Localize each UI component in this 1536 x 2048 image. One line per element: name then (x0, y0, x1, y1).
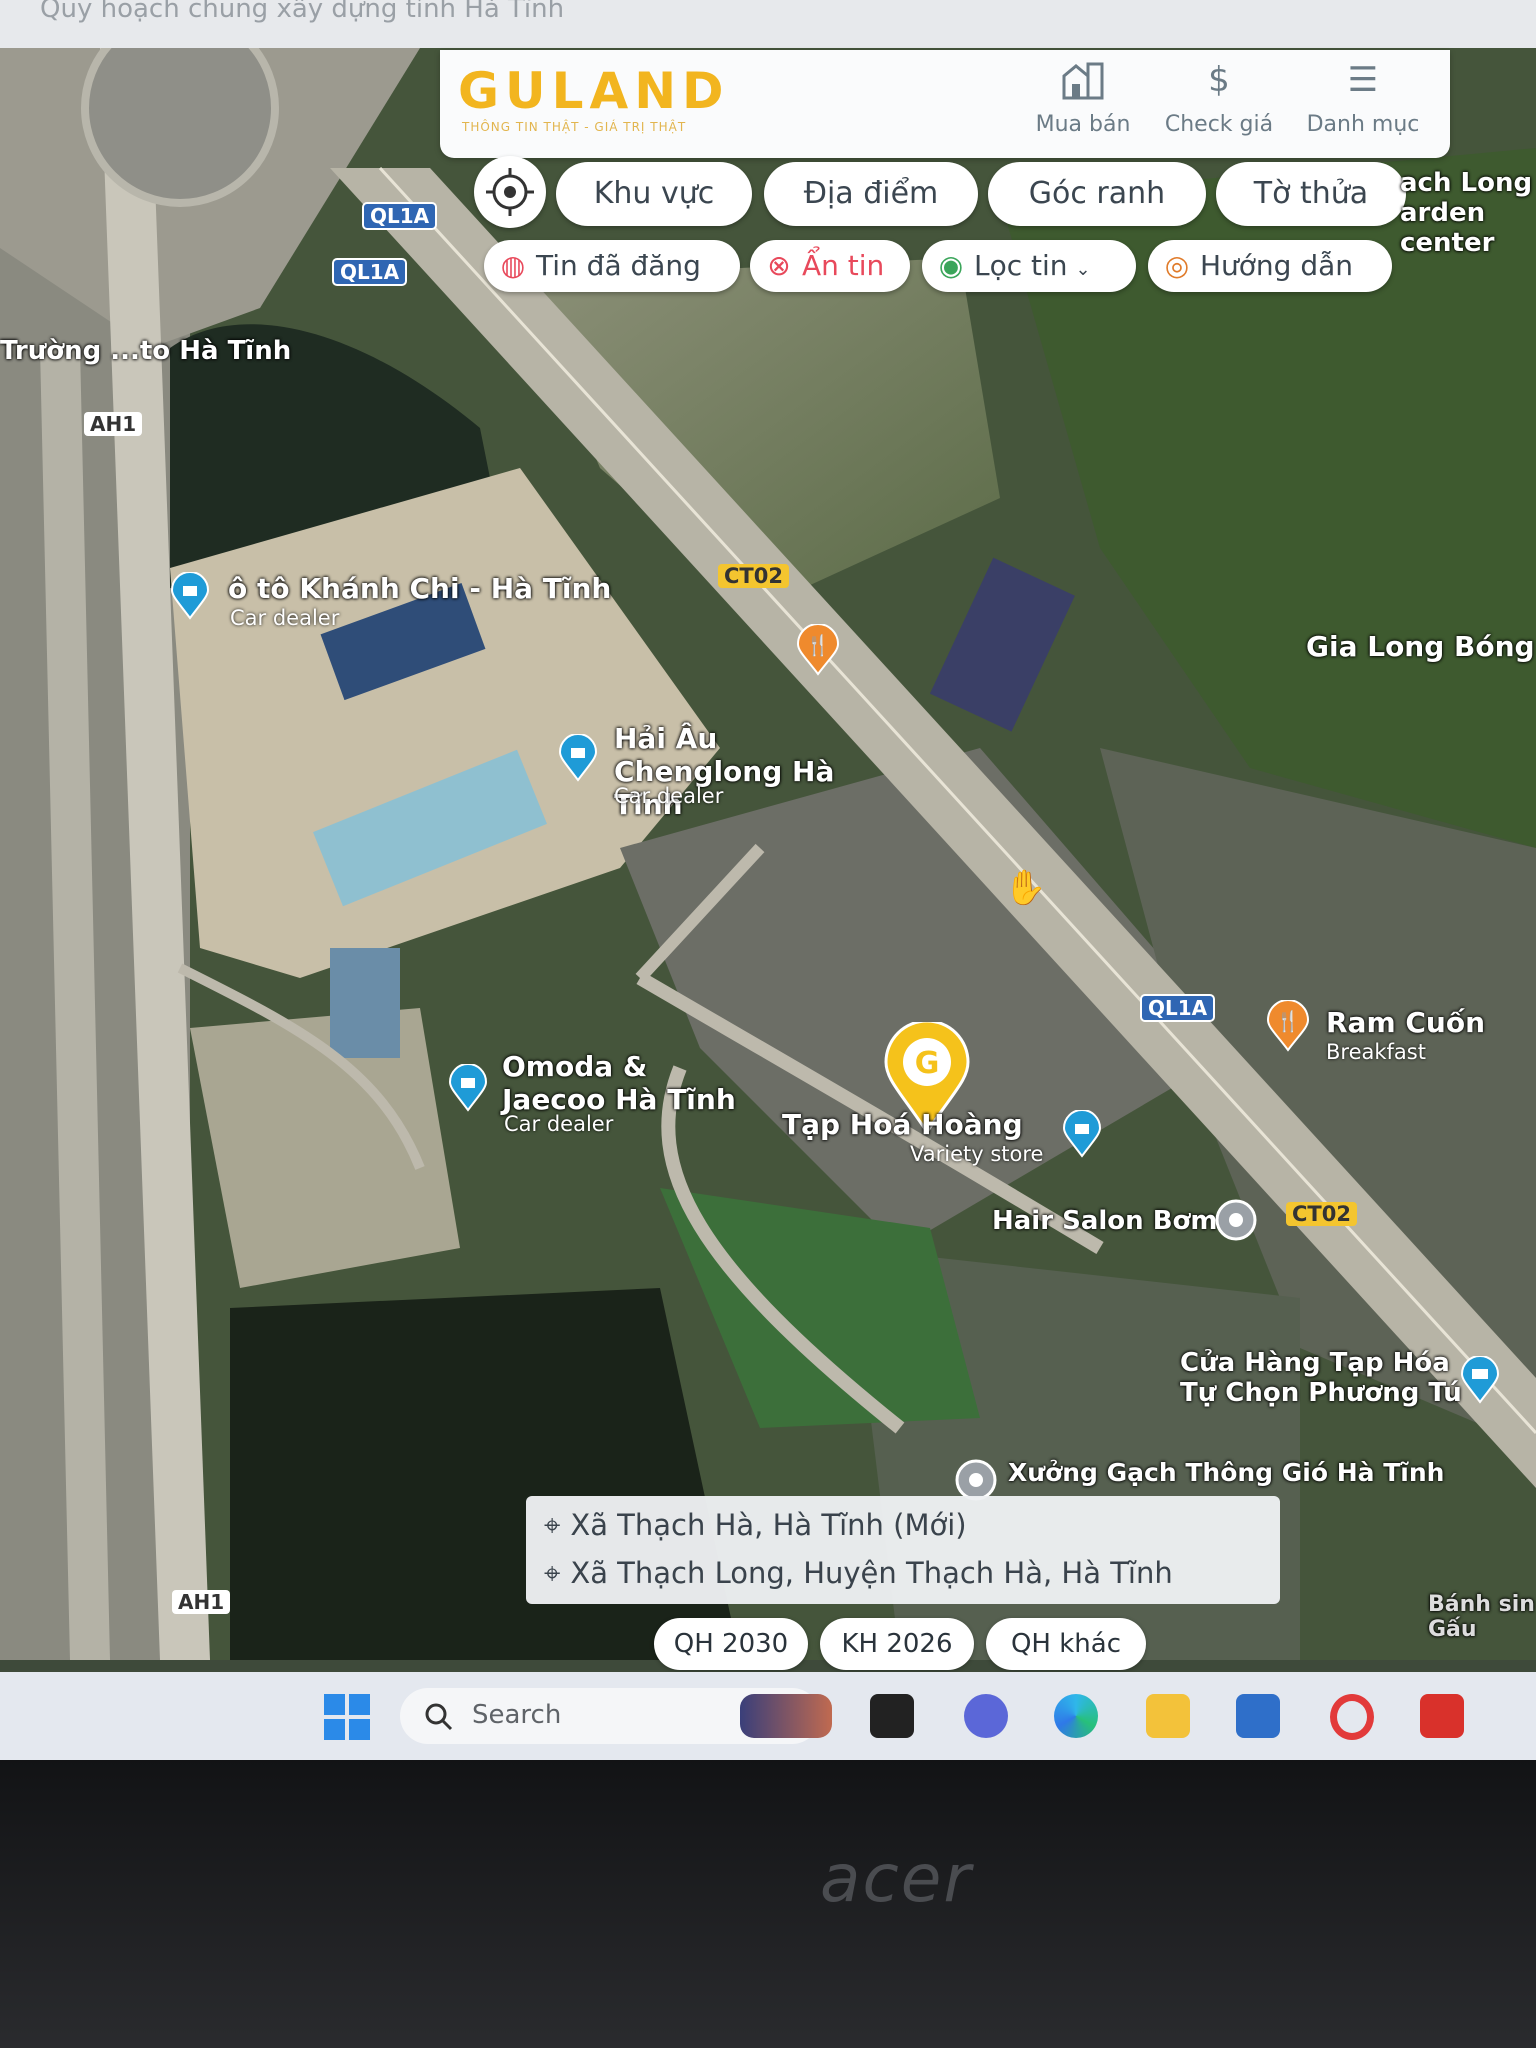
shopping-bag-icon[interactable] (448, 1064, 488, 1112)
map-label[interactable]: Gia Long Bóng Đ (1306, 630, 1536, 663)
map-label[interactable]: Xưởng Gạch Thông Gió Hà Tĩnh (1008, 1458, 1444, 1487)
road-shield: CT02 (718, 564, 789, 588)
road-shield: AH1 (172, 1590, 231, 1614)
edge-browser-icon[interactable] (1054, 1694, 1098, 1738)
road-shield: QL1A (332, 258, 408, 286)
building-icon (1018, 58, 1148, 102)
road-shield: QL1A (1140, 994, 1216, 1022)
shopping-bag-icon[interactable] (1062, 1110, 1102, 1158)
map-label[interactable]: Ram Cuốn (1326, 1006, 1485, 1039)
guland-logo[interactable]: GULAND (458, 62, 730, 120)
address-text: Xã Thạch Hà, Hà Tĩnh (Mới) (570, 1508, 967, 1542)
close-circle-icon: ⊗ (767, 249, 791, 282)
map-sublabel: Breakfast (1326, 1040, 1426, 1064)
plan-qh-khac-button[interactable]: QH khác (986, 1618, 1146, 1670)
filter-tin-da-dang[interactable]: ◍ Tin đã đăng (484, 240, 740, 292)
chat-icon[interactable] (964, 1694, 1008, 1738)
map-label: Trường ...to Hà Tĩnh (0, 336, 292, 366)
wps-office-icon[interactable] (1420, 1694, 1464, 1738)
address-text: Xã Thạch Long, Huyện Thạch Hà, Hà Tĩnh (570, 1556, 1173, 1590)
filter-label: Lọc tin (974, 249, 1068, 282)
map-sublabel: Car dealer (504, 1112, 614, 1136)
restaurant-icon[interactable]: 🍴 (796, 624, 840, 676)
address-line-old: ⌖ Xã Thạch Long, Huyện Thạch Hà, Hà Tĩnh (544, 1556, 1173, 1591)
menu-icon: ☰ (1347, 60, 1379, 100)
shopping-bag-icon[interactable] (558, 734, 598, 782)
logo-tagline: THÔNG TIN THẬT - GIÁ TRỊ THẬT (462, 120, 687, 134)
restaurant-icon[interactable]: 🍴 (1266, 1000, 1310, 1052)
hand-cursor-icon: ✋ (1004, 868, 1047, 908)
task-view-icon[interactable] (870, 1694, 914, 1738)
svg-text:G: G (915, 1046, 940, 1081)
map-label[interactable]: Omoda & Jaecoo Hà Tĩnh (502, 1050, 742, 1116)
map-pin-icon: ⌖ (544, 1556, 561, 1590)
chevron-down-icon: ⌄ (1075, 259, 1091, 280)
filter-dia-diem[interactable]: Địa điểm (764, 162, 978, 226)
nav-danh-muc[interactable]: ☰ Danh mục (1298, 58, 1428, 137)
plan-qh-2030-button[interactable]: QH 2030 (654, 1618, 808, 1670)
road-shield: QL1A (362, 202, 438, 230)
svg-text:🍴: 🍴 (806, 633, 831, 657)
palette-icon: ◍ (500, 249, 526, 282)
map-label: ach Long arden center (1400, 168, 1533, 258)
plan-kh-2026-button[interactable]: KH 2026 (820, 1618, 974, 1670)
laptop-bezel (0, 1760, 1536, 2048)
taskbar-search[interactable]: Search (400, 1688, 832, 1744)
nav-label: Check giá (1164, 112, 1274, 137)
crosshair-icon (486, 168, 534, 216)
filter-an-tin[interactable]: ⊗ Ẩn tin (750, 240, 910, 292)
app-header: GULAND THÔNG TIN THẬT - GIÁ TRỊ THẬT Mua… (440, 50, 1450, 158)
dollar-icon: $ (1208, 60, 1230, 100)
search-highlight-image (740, 1694, 832, 1738)
windows-start-icon[interactable] (324, 1694, 370, 1740)
map-sublabel: Car dealer (230, 606, 340, 630)
map-sublabel: Variety store (910, 1142, 1044, 1166)
filter-to-thua[interactable]: Tờ thửa (1216, 162, 1406, 226)
word-icon[interactable] (1236, 1694, 1280, 1738)
nav-check-gia[interactable]: $ Check giá (1154, 58, 1284, 137)
shopping-cart-icon[interactable] (1460, 1356, 1500, 1404)
file-explorer-icon[interactable] (1146, 1694, 1190, 1738)
filter-label: Tin đã đăng (536, 249, 701, 282)
map-label[interactable]: Hair Salon Bơm (992, 1206, 1217, 1236)
map-label[interactable]: Tạp Hoá Hoàng (782, 1108, 1023, 1141)
browser-title: Quy hoạch chung xây dựng tỉnh Hà Tĩnh (40, 0, 565, 24)
search-icon (425, 1703, 453, 1731)
map-label[interactable]: ô tô Khánh Chi - Hà Tĩnh (228, 572, 611, 605)
nav-label: Mua bán (1035, 112, 1131, 137)
map-label[interactable]: Cửa Hàng Tạp Hóa Tự Chọn Phương Tú (1180, 1348, 1470, 1408)
nav-mua-ban[interactable]: Mua bán (1018, 58, 1148, 137)
search-placeholder: Search (472, 1700, 562, 1730)
windows-taskbar: Search (0, 1672, 1536, 1760)
filter-huong-dan[interactable]: ◎ Hướng dẫn (1148, 240, 1392, 292)
place-marker-icon[interactable] (1214, 1198, 1258, 1242)
screen: Quy hoạch chung xây dựng tỉnh Hà Tĩnh GU… (0, 0, 1536, 1760)
address-line-new: ⌖ Xã Thạch Hà, Hà Tĩnh (Mới) (544, 1508, 967, 1543)
shopping-bag-icon[interactable] (170, 572, 210, 620)
filter-khu-vuc[interactable]: Khu vực (556, 162, 752, 226)
pin-icon: ◉ (938, 249, 964, 282)
filter-label: Ẩn tin (802, 249, 885, 282)
road-shield: AH1 (84, 412, 143, 436)
road-shield: CT02 (1286, 1202, 1357, 1226)
laptop-brand-logo: acer (820, 1840, 973, 1917)
target-icon: ◎ (1164, 249, 1190, 282)
map-label: Bánh sin Gấu (1428, 1592, 1535, 1642)
nav-label: Danh mục (1306, 112, 1420, 137)
svg-text:🍴: 🍴 (1276, 1009, 1301, 1033)
opera-icon[interactable] (1330, 1694, 1374, 1740)
map-pin-icon: ⌖ (544, 1508, 561, 1542)
browser-top-strip: Quy hoạch chung xây dựng tỉnh Hà Tĩnh (0, 0, 1536, 48)
my-location-button[interactable] (474, 156, 546, 228)
filter-goc-ranh[interactable]: Góc ranh (988, 162, 1206, 226)
filter-label: Hướng dẫn (1200, 249, 1354, 282)
address-box: ⌖ Xã Thạch Hà, Hà Tĩnh (Mới) ⌖ Xã Thạch Lo… (526, 1496, 1280, 1604)
filter-loc-tin[interactable]: ◉ Lọc tin ⌄ (922, 240, 1136, 292)
map-sublabel: Car dealer (614, 784, 724, 808)
